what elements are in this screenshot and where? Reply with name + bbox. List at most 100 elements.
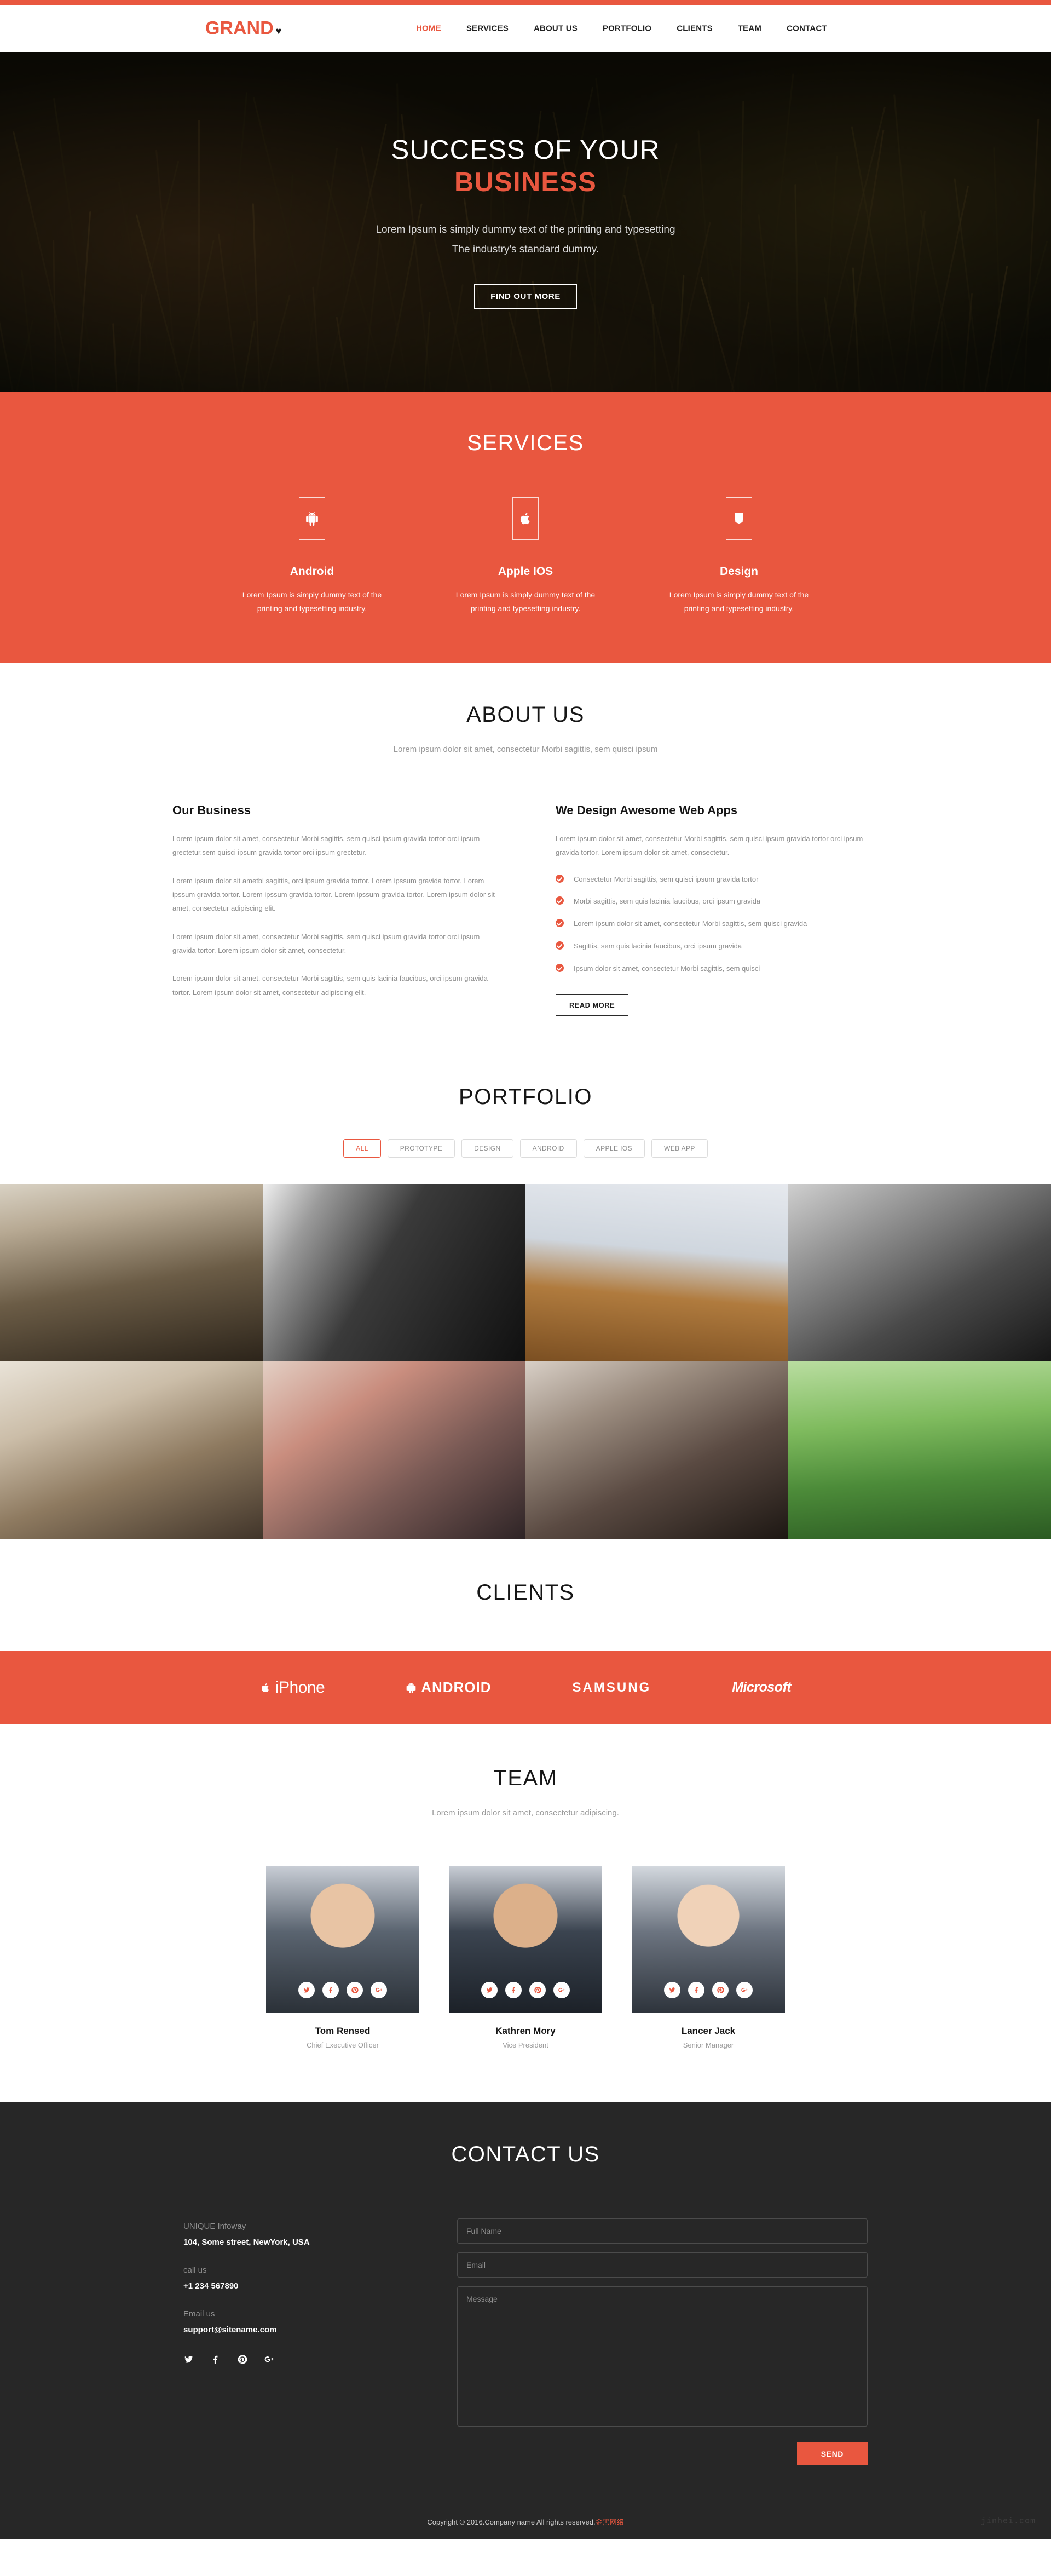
service-card-android[interactable]: Android Lorem Ipsum is simply dummy text… (205, 497, 419, 615)
check-circle-icon (556, 896, 564, 905)
facebook-icon[interactable] (688, 1981, 704, 1998)
contact-body: UNIQUE Infoway 104, Some street, NewYork… (0, 2218, 1051, 2504)
portfolio-tile[interactable] (526, 1361, 788, 1539)
service-name: Design (719, 565, 758, 578)
service-card-apple-ios[interactable]: Apple IOS Lorem Ipsum is simply dummy te… (419, 497, 632, 615)
list-item-label: Ipsum dolor sit amet, consectetur Morbi … (574, 964, 760, 973)
nav-item-contact[interactable]: CONTACT (787, 24, 827, 33)
team-section: TEAM Lorem ipsum dolor sit amet, consect… (0, 1724, 1051, 2102)
hero-section: SUCCESS OF YOUR BUSINESS Lorem Ipsum is … (0, 52, 1051, 392)
phone-number: +1 234 567890 (183, 2281, 239, 2291)
email-input[interactable] (457, 2252, 868, 2278)
contact-form: SEND (457, 2218, 868, 2465)
pinterest-icon[interactable] (712, 1981, 729, 1998)
client-name: SAMSUNG (572, 1680, 651, 1695)
filter-android[interactable]: ANDROID (519, 1138, 577, 1158)
portfolio-tile[interactable] (0, 1183, 263, 1361)
filter-all[interactable]: ALL (343, 1138, 381, 1158)
service-card-design[interactable]: Design Lorem Ipsum is simply dummy text … (632, 497, 846, 615)
contact-social-links (183, 2354, 419, 2368)
clients-section: CLIENTS iPhone ANDROID SAMSUNG Microsoft (0, 1538, 1051, 1724)
facebook-icon[interactable] (210, 2354, 221, 2368)
list-item: Sagittis, sem quis lacinia faucibus, orc… (556, 941, 879, 952)
footer-credit-link[interactable]: 金黑网络 (596, 2518, 624, 2526)
service-name: Apple IOS (498, 565, 553, 578)
twitter-icon[interactable] (183, 2354, 194, 2368)
message-textarea[interactable] (457, 2286, 868, 2427)
portfolio-tile[interactable] (0, 1361, 263, 1539)
team-member-card: Tom Rensed Chief Executive Officer (266, 1865, 419, 2049)
filter-prototype[interactable]: PROTOTYPE (387, 1138, 455, 1158)
pinterest-icon[interactable] (529, 1981, 546, 1998)
service-description: Lorem Ipsum is simply dummy text of the … (242, 590, 382, 613)
nav-item-team[interactable]: TEAM (738, 24, 761, 33)
contact-details: UNIQUE Infoway 104, Some street, NewYork… (183, 2218, 419, 2465)
service-name: Android (290, 565, 334, 578)
portfolio-tile[interactable] (263, 1183, 526, 1361)
about-right-column: We Design Awesome Web Apps Lorem ipsum d… (556, 803, 879, 1016)
facebook-icon[interactable] (322, 1981, 339, 1998)
google-plus-icon[interactable] (736, 1981, 753, 1998)
portfolio-tile[interactable] (788, 1361, 1051, 1539)
portfolio-tile[interactable] (526, 1183, 788, 1361)
twitter-icon[interactable] (298, 1981, 315, 1998)
company-label: UNIQUE Infoway (183, 2221, 246, 2231)
nav-item-about-us[interactable]: ABOUT US (534, 24, 578, 33)
find-out-more-button[interactable]: FIND OUT MORE (474, 284, 577, 310)
team-title: TEAM (493, 1766, 558, 1790)
web-apps-heading: We Design Awesome Web Apps (556, 803, 738, 817)
brand-logo[interactable]: GRAND ♥ (205, 18, 281, 39)
email-us-label: Email us (183, 2309, 215, 2319)
team-member-name: Lancer Jack (681, 2025, 736, 2036)
google-plus-icon[interactable] (371, 1981, 387, 1998)
nav-item-home[interactable]: HOME (416, 24, 441, 33)
client-logo-android[interactable]: ANDROID (406, 1679, 491, 1696)
about-paragraph: Lorem ipsum dolor sit amet, consectetur … (172, 932, 480, 955)
hero-subtitle-line1: Lorem Ipsum is simply dummy text of the … (376, 224, 675, 236)
portfolio-filters: ALL PROTOTYPE DESIGN ANDROID APPLE IOS W… (0, 1138, 1051, 1158)
hero-title-line2: BUSINESS (454, 168, 597, 198)
list-item: Ipsum dolor sit amet, consectetur Morbi … (556, 963, 879, 975)
team-member-card: Kathren Mory Vice President (449, 1865, 602, 2049)
twitter-icon[interactable] (664, 1981, 680, 1998)
hero-subtitle-line2: The industry's standard dummy. (452, 244, 599, 256)
site-footer: Copyright © 2016.Company name All rights… (0, 2503, 1051, 2539)
clients-header: CLIENTS (0, 1538, 1051, 1651)
twitter-icon[interactable] (481, 1981, 498, 1998)
list-item-label: Sagittis, sem quis lacinia faucibus, orc… (574, 942, 742, 951)
hero-content: SUCCESS OF YOUR BUSINESS Lorem Ipsum is … (279, 134, 772, 310)
contact-title: CONTACT US (451, 2142, 600, 2166)
nav-item-portfolio[interactable]: PORTFOLIO (603, 24, 651, 33)
html5-icon (726, 497, 752, 540)
pinterest-icon[interactable] (347, 1981, 363, 1998)
team-members: Tom Rensed Chief Executive Officer Kathr… (0, 1865, 1051, 2049)
avatar (632, 1865, 785, 2013)
list-item-label: Lorem ipsum dolor sit amet, consectetur … (574, 919, 807, 928)
call-us-label: call us (183, 2265, 207, 2275)
send-button[interactable]: SEND (796, 2442, 868, 2465)
about-paragraph: Lorem ipsum dolor sit amet, consectetur … (172, 974, 488, 997)
company-address: 104, Some street, NewYork, USA (183, 2237, 310, 2247)
google-plus-icon[interactable] (264, 2354, 274, 2368)
client-logo-microsoft[interactable]: Microsoft (732, 1680, 792, 1695)
about-intro-paragraph: Lorem ipsum dolor sit amet, consectetur … (556, 835, 863, 857)
portfolio-tile[interactable] (263, 1361, 526, 1539)
services-section: SERVICES Android Lorem Ipsum is simply d… (0, 392, 1051, 663)
feature-check-list: Consectetur Morbi sagittis, sem quisci i… (556, 874, 879, 975)
check-circle-icon (556, 963, 564, 972)
nav-item-clients[interactable]: CLIENTS (677, 24, 713, 33)
check-circle-icon (556, 874, 564, 883)
facebook-icon[interactable] (505, 1981, 522, 1998)
client-logo-samsung[interactable]: SAMSUNG (573, 1680, 651, 1695)
client-logo-iphone[interactable]: iPhone (260, 1678, 325, 1697)
team-social-links (449, 1981, 602, 1998)
read-more-button[interactable]: READ MORE (556, 994, 629, 1016)
google-plus-icon[interactable] (553, 1981, 570, 1998)
full-name-input[interactable] (457, 2218, 868, 2244)
filter-web-app[interactable]: WEB APP (651, 1138, 708, 1158)
pinterest-icon[interactable] (237, 2354, 247, 2368)
nav-item-services[interactable]: SERVICES (466, 24, 509, 33)
filter-design[interactable]: DESIGN (461, 1138, 513, 1158)
portfolio-tile[interactable] (788, 1183, 1051, 1361)
filter-apple-ios[interactable]: APPLE IOS (583, 1138, 645, 1158)
